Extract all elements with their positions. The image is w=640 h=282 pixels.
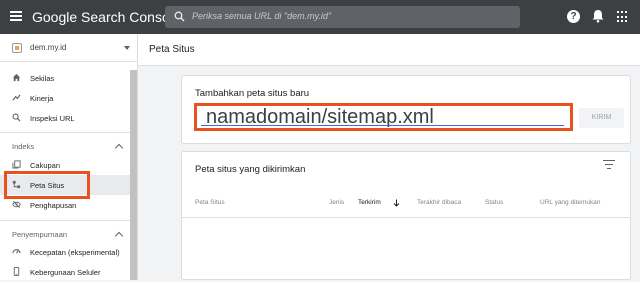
sidebar-item-label: Sekilas xyxy=(30,74,55,83)
sidebar-item-overview[interactable]: Sekilas xyxy=(0,68,130,88)
divider xyxy=(0,220,130,221)
sidebar-item-speed[interactable]: Kecepatan (eksperimental) xyxy=(0,242,130,262)
app-title[interactable]: Google Search Console xyxy=(32,9,181,25)
trending-icon xyxy=(12,94,21,101)
column-header-discovered-urls[interactable]: URL yang ditemukan xyxy=(540,199,600,206)
chevron-up-icon[interactable] xyxy=(114,143,124,153)
sidebar-item-mobile-usability[interactable]: Kebergunaan Seluler xyxy=(0,262,130,282)
submit-button[interactable]: KIRIM xyxy=(579,108,624,128)
search-placeholder: Periksa semua URL di "dem.my.id" xyxy=(192,11,332,21)
menu-icon[interactable] xyxy=(10,11,22,21)
column-header-status[interactable]: Status xyxy=(485,199,503,206)
main-content: Peta Situs Tambahkan peta situs baru nam… xyxy=(138,34,640,280)
visibility-off-icon xyxy=(12,201,21,208)
search-icon xyxy=(12,113,21,122)
chevron-up-icon[interactable] xyxy=(114,231,124,241)
column-header-type[interactable]: Jenis xyxy=(329,199,344,206)
submitted-sitemaps-title: Peta situs yang dikirimkan xyxy=(195,164,306,175)
page-title: Peta Situs xyxy=(149,44,195,55)
help-icon[interactable]: ? xyxy=(567,10,580,23)
sidebar-item-performance[interactable]: Kinerja xyxy=(0,88,130,108)
sidebar-item-label: Penghapusan xyxy=(30,201,77,210)
input-underline xyxy=(201,125,564,126)
search-icon xyxy=(174,11,185,22)
chevron-down-icon xyxy=(124,46,130,50)
divider xyxy=(0,132,130,133)
section-label-enhancements[interactable]: Penyempurnaan xyxy=(12,230,67,239)
home-icon xyxy=(12,73,21,82)
column-header-last-read[interactable]: Terakhir dibaca xyxy=(417,199,461,206)
copy-icon xyxy=(12,160,21,169)
sitemap-url-input[interactable]: namadomain/sitemap.xml xyxy=(194,103,573,131)
speed-icon xyxy=(12,249,21,254)
apps-grid-icon[interactable] xyxy=(617,11,629,23)
filter-icon[interactable] xyxy=(603,160,615,170)
top-bar: Google Search Console Periksa semua URL … xyxy=(0,0,640,34)
property-icon xyxy=(12,43,22,53)
sidebar-item-label: Kinerja xyxy=(30,94,54,103)
submitted-sitemaps-card: Peta situs yang dikirimkan Peta Situs Je… xyxy=(181,151,631,280)
sidebar-item-url-inspection[interactable]: Inspeksi URL xyxy=(0,108,130,128)
sidebar-item-label: Kecepatan (eksperimental) xyxy=(30,248,120,257)
arrow-down-icon[interactable] xyxy=(393,199,400,207)
url-inspection-search[interactable]: Periksa semua URL di "dem.my.id" xyxy=(165,6,520,28)
property-selector[interactable]: dem.my.id xyxy=(0,34,138,62)
sidebar: dem.my.id Sekilas Kinerja Inspeksi URL I… xyxy=(0,34,138,280)
section-label-index[interactable]: Indeks xyxy=(12,142,34,151)
sidebar-item-label: Cakupan xyxy=(30,161,61,170)
add-sitemap-card: Tambahkan peta situs baru namadomain/sit… xyxy=(181,75,631,144)
column-header-sitemap[interactable]: Peta Situs xyxy=(195,199,225,206)
highlight-box xyxy=(4,171,90,199)
table-header: Peta Situs Jenis Terkirim Terakhir dibac… xyxy=(182,192,630,218)
sidebar-scrollbar[interactable] xyxy=(130,70,137,280)
page-header: Peta Situs xyxy=(138,34,640,66)
bell-icon[interactable] xyxy=(592,9,604,23)
add-sitemap-title: Tambahkan peta situs baru xyxy=(195,88,310,99)
phone-icon xyxy=(13,267,20,276)
column-header-submitted[interactable]: Terkirim xyxy=(358,199,381,206)
sidebar-item-label: Inspeksi URL xyxy=(30,114,75,123)
sidebar-item-label: Kebergunaan Seluler xyxy=(30,268,101,277)
property-name: dem.my.id xyxy=(30,43,67,52)
